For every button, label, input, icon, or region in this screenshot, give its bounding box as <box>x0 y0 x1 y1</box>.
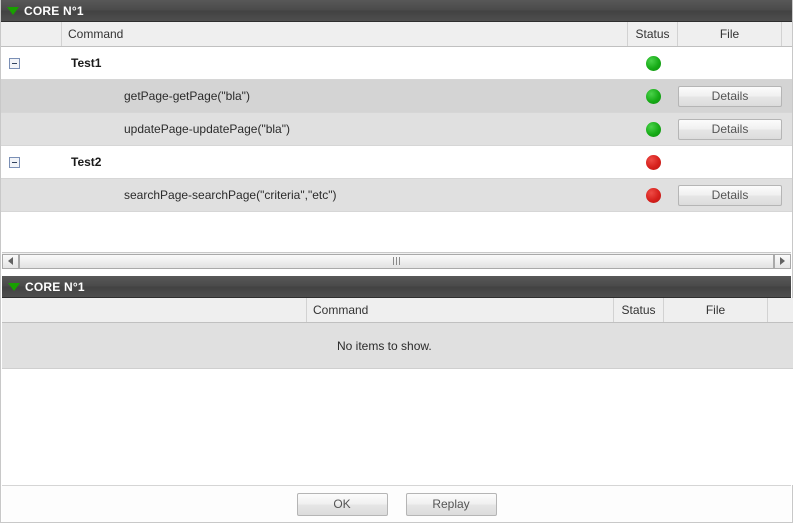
scrollbar-thumb[interactable] <box>19 253 774 269</box>
status-cell <box>628 47 678 79</box>
test-results-window: CORE N°1 Command Status File Test1 getPa… <box>0 0 793 523</box>
table-row[interactable]: searchPage-searchPage("criteria","etc") … <box>1 179 792 212</box>
triangle-down-icon[interactable] <box>7 6 19 15</box>
group-label: Test1 <box>71 56 102 70</box>
command-cell: Test1 <box>62 47 628 79</box>
column-header-status-bottom[interactable]: Status <box>614 298 664 322</box>
group-label: Test2 <box>71 155 102 169</box>
grid-filler-bottom <box>2 369 793 485</box>
panel-header-top[interactable]: CORE N°1 <box>1 0 792 22</box>
tree-cell <box>1 80 62 112</box>
command-cell: Test2 <box>62 146 628 178</box>
grid-header-top: Command Status File <box>1 22 792 47</box>
status-cell <box>628 146 678 178</box>
column-header-tree-top[interactable] <box>1 22 62 46</box>
tree-cell <box>1 146 62 178</box>
file-cell <box>678 146 782 178</box>
tree-cell <box>1 113 62 145</box>
grid-header-bottom: Command Status File <box>2 298 793 323</box>
grid-filler-top <box>1 212 792 244</box>
table-row[interactable]: getPage-getPage("bla") Details <box>1 80 792 113</box>
empty-state-row: No items to show. <box>2 323 793 369</box>
empty-state-message: No items to show. <box>337 338 432 353</box>
minus-box-icon[interactable] <box>9 156 20 168</box>
column-header-file-bottom[interactable]: File <box>664 298 768 322</box>
command-cell: searchPage-searchPage("criteria","etc") <box>62 179 628 211</box>
column-header-tree-bottom[interactable] <box>2 298 307 322</box>
status-cell <box>628 80 678 112</box>
scrollbar-track[interactable] <box>19 253 774 269</box>
column-header-file-top[interactable]: File <box>678 22 782 46</box>
file-cell: Details <box>678 179 782 211</box>
replay-button[interactable]: Replay <box>405 492 497 516</box>
file-cell: Details <box>678 80 782 112</box>
table-row[interactable]: Test1 <box>1 47 792 80</box>
command-cell: updatePage-updatePage("bla") <box>62 113 628 145</box>
details-button[interactable]: Details <box>678 118 782 140</box>
tree-cell <box>1 47 62 79</box>
minus-box-icon[interactable] <box>9 57 20 69</box>
results-grid-bottom: Command Status File No items to show. <box>2 298 793 485</box>
results-grid-top: Command Status File Test1 getPage-getPag… <box>1 22 792 244</box>
arrow-left-icon[interactable] <box>2 253 19 269</box>
status-dot-green <box>645 88 661 104</box>
file-cell: Details <box>678 113 782 145</box>
status-cell <box>628 113 678 145</box>
column-header-command-top[interactable]: Command <box>62 22 628 46</box>
triangle-down-icon[interactable] <box>8 282 20 291</box>
details-button[interactable]: Details <box>678 85 782 107</box>
horizontal-scrollbar-top[interactable] <box>2 252 791 269</box>
status-dot-green <box>645 121 661 137</box>
details-button[interactable]: Details <box>678 184 782 206</box>
command-label: getPage-getPage("bla") <box>124 89 250 103</box>
status-dot-red <box>645 187 661 203</box>
status-dot-red <box>645 154 661 170</box>
command-label: searchPage-searchPage("criteria","etc") <box>124 188 337 202</box>
table-row[interactable]: updatePage-updatePage("bla") Details <box>1 113 792 146</box>
command-cell: getPage-getPage("bla") <box>62 80 628 112</box>
arrow-right-icon[interactable] <box>774 253 791 269</box>
column-header-command-bottom[interactable]: Command <box>307 298 614 322</box>
status-cell <box>628 179 678 211</box>
panel-title-top: CORE N°1 <box>24 3 84 18</box>
column-header-status-top[interactable]: Status <box>628 22 678 46</box>
panel-title-bottom: CORE N°1 <box>25 279 85 294</box>
grip-icon <box>393 257 400 265</box>
panel-header-bottom[interactable]: CORE N°1 <box>2 276 791 298</box>
ok-button[interactable]: OK <box>296 492 388 516</box>
command-label: updatePage-updatePage("bla") <box>124 122 290 136</box>
tree-cell <box>1 179 62 211</box>
status-dot-green <box>645 55 661 71</box>
dialog-footer: OK Replay <box>2 485 791 522</box>
file-cell <box>678 47 782 79</box>
table-row[interactable]: Test2 <box>1 146 792 179</box>
